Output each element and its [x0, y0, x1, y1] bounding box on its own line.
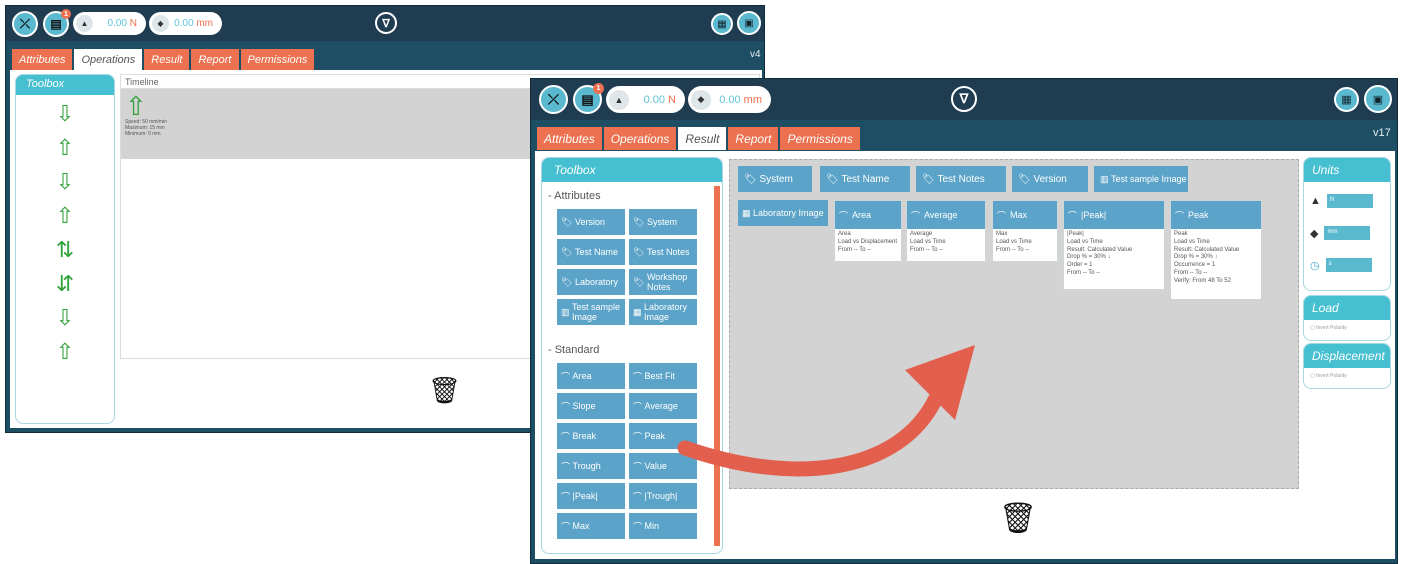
- drag-arrow-head: [905, 345, 975, 420]
- drag-arrow-path: [677, 392, 943, 477]
- drag-arrow: [677, 345, 975, 477]
